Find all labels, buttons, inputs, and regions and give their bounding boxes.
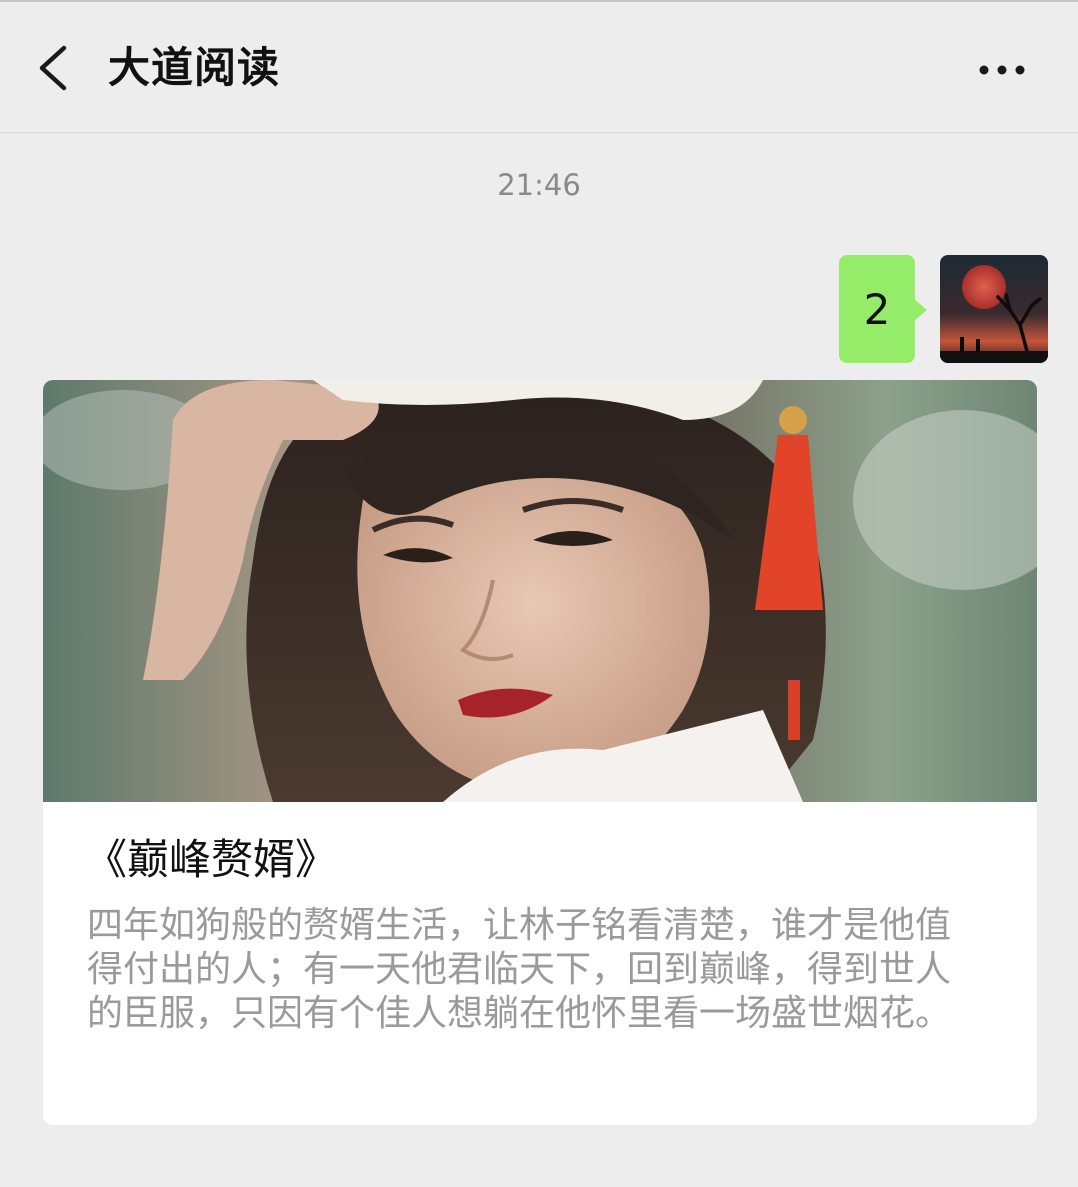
- more-dots-icon: [979, 65, 1025, 75]
- avatar-image: [940, 255, 1048, 363]
- back-button[interactable]: [30, 38, 80, 98]
- article-cover-image: [43, 380, 1037, 802]
- cover-photo: [43, 380, 1037, 802]
- sent-message-bubble[interactable]: 2: [839, 255, 927, 363]
- article-title: 《巅峰赘婿》: [85, 835, 338, 884]
- article-description: 四年如狗般的赘婿生活，让林子铭看清楚，谁才是他值得付出的人；有一天他君临天下，回…: [87, 905, 952, 1034]
- chat-title: 大道阅读: [108, 43, 281, 92]
- more-button[interactable]: [972, 52, 1032, 88]
- user-avatar[interactable]: [940, 255, 1048, 363]
- chevron-left-icon: [39, 45, 67, 91]
- article-card[interactable]: 《巅峰赘婿》 四年如狗般的赘婿生活，让林子铭看清楚，谁才是他值得付出的人；有一天…: [43, 380, 1037, 1125]
- chat-header: 大道阅读: [0, 2, 1078, 133]
- message-timestamp: 21:46: [497, 168, 581, 202]
